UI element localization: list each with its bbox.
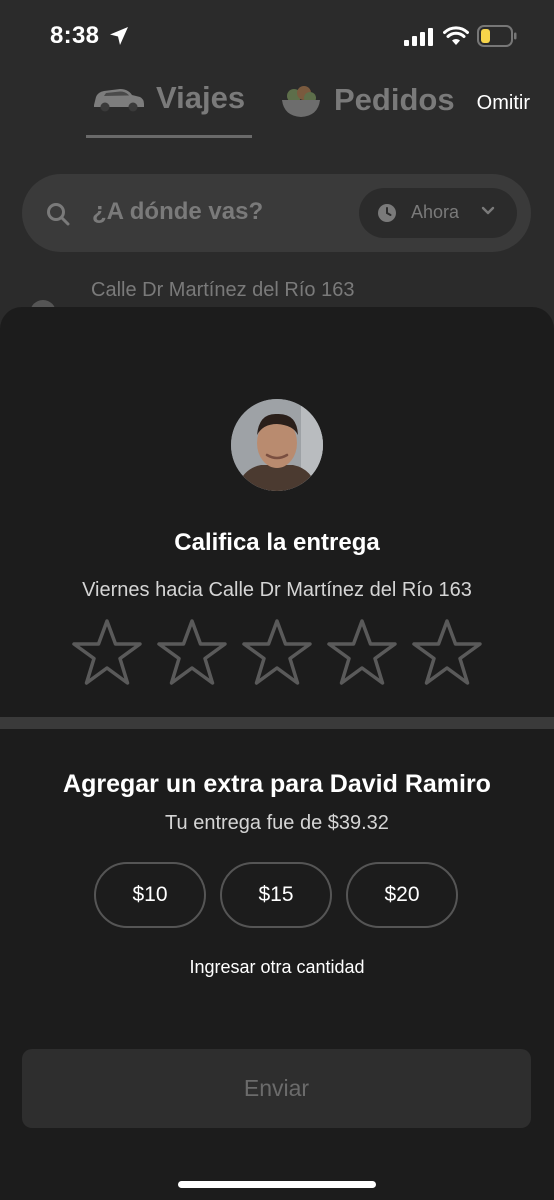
other-amount-link[interactable]: Ingresar otra cantidad [0, 957, 554, 978]
submit-button[interactable]: Enviar [22, 1049, 531, 1128]
clock-icon [378, 204, 396, 222]
location-arrow-icon [110, 27, 128, 45]
tip-subtitle: Tu entrega fue de $39.32 [165, 812, 389, 834]
section-divider [0, 717, 554, 729]
chevron-down-icon [481, 206, 495, 215]
tip-option-20-button[interactable]: $20 [346, 862, 458, 928]
star-3-icon[interactable] [240, 617, 314, 689]
star-rating [70, 617, 484, 691]
search-icon [47, 203, 70, 226]
tab-selected-indicator [86, 135, 252, 138]
schedule-label: Ahora [411, 202, 460, 222]
rating-sheet: Califica la entrega Viernes hacia Calle … [0, 307, 554, 1200]
status-bar: 8:38 [0, 0, 554, 72]
courier-avatar [231, 399, 323, 491]
search-placeholder: ¿A dónde vas? [92, 198, 264, 225]
courier-photo [231, 399, 323, 491]
tab-orders[interactable]: Pedidos [278, 80, 455, 120]
star-5-icon[interactable] [410, 617, 484, 689]
tab-rides[interactable]: Viajes [90, 80, 245, 116]
search-bar[interactable]: ¿A dónde vas? Ahora [22, 174, 531, 252]
tip-title: Agregar un extra para David Ramiro [63, 770, 491, 798]
tip-option-15-button[interactable]: $15 [220, 862, 332, 928]
food-bowl-icon [282, 86, 320, 117]
star-2-icon[interactable] [155, 617, 229, 689]
wifi-icon [443, 26, 469, 45]
schedule-dropdown[interactable]: Ahora [359, 188, 517, 238]
tip-option-10-button[interactable]: $10 [94, 862, 206, 928]
star-4-icon[interactable] [325, 617, 399, 689]
home-indicator[interactable] [178, 1181, 376, 1188]
status-time: 8:38 [50, 22, 100, 49]
signal-icon [404, 28, 433, 46]
tab-orders-label: Pedidos [334, 82, 455, 117]
rating-title: Califica la entrega [174, 529, 380, 556]
star-1-icon[interactable] [70, 617, 144, 689]
rating-subtitle: Viernes hacia Calle Dr Martínez del Río … [82, 579, 472, 601]
car-icon [94, 89, 144, 112]
recent-address[interactable]: Calle Dr Martínez del Río 163 [91, 279, 354, 302]
skip-button[interactable]: Omitir [477, 92, 530, 115]
battery-low-icon [477, 25, 517, 47]
tab-rides-label: Viajes [156, 80, 246, 115]
